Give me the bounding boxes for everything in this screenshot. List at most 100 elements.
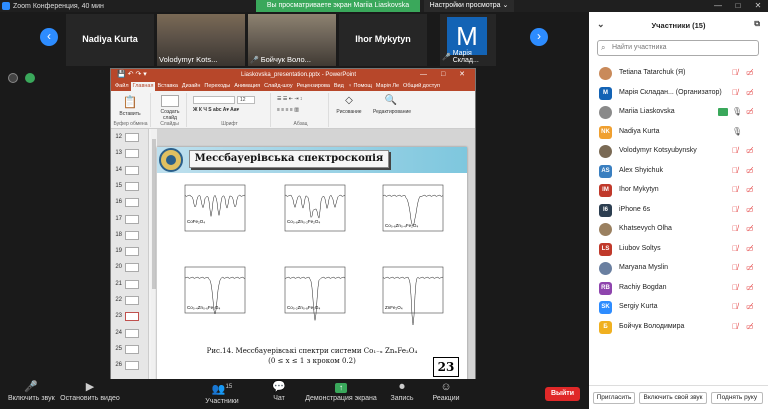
video-tile-volodymyr[interactable]: Volodymyr Kots... (157, 14, 245, 66)
current-slide: Мессбауерівська спектроскопія CoFe₂O₄ Co₀… (157, 147, 467, 380)
avatar: IM (599, 184, 612, 197)
participant-row[interactable]: AS Alex Shyichuk 🎙̸ ▭̸ (589, 162, 768, 182)
slide-thumbnail[interactable]: 23 (111, 310, 149, 324)
slide-thumbnail[interactable]: 21 (111, 278, 149, 292)
participant-row[interactable]: Maryana Myslin 🎙̸ ▭̸ (589, 259, 768, 279)
participants-button[interactable]: 👥15 Участники (202, 381, 242, 405)
raise-hand-button[interactable]: Поднять руку (711, 392, 763, 404)
unmute-button[interactable]: 🎤 Включить звук (8, 381, 55, 402)
participant-row[interactable]: I6 iPhone 6s 🎙̸ ▭̸ (589, 201, 768, 221)
drawing-label: Рисование (336, 109, 362, 115)
participant-row[interactable]: Б Бойчук Володимира 🎙̸ ▭̸ (589, 318, 768, 338)
maximize-button[interactable]: □ (728, 0, 748, 12)
prev-page-button[interactable]: ‹ (40, 28, 58, 46)
slide-thumbnail[interactable]: 15 (111, 180, 149, 194)
participant-row[interactable]: NK Nadiya Kurta 🎙 (589, 123, 768, 143)
close-button[interactable]: ✕ (748, 0, 768, 12)
slide-thumbnail-preview (125, 198, 139, 208)
slide-thumbnail[interactable]: 25 (111, 343, 149, 357)
slides-group: Создать слайд Слайды (153, 93, 187, 127)
camera-off-icon: ▭̸ (746, 107, 754, 116)
popout-icon[interactable]: ⧉ (754, 19, 760, 29)
ppt-tab: Вставка (157, 83, 178, 89)
participant-row[interactable]: M Марія Складан... (Организатор) 🎙̸ ▭̸ (589, 84, 768, 104)
avatar: RB (599, 281, 612, 295)
paste-icon: 📋 (122, 95, 138, 109)
record-icon: ⏺ (399, 381, 405, 393)
avatar: AS (599, 164, 612, 178)
participant-row[interactable]: Volodymyr Kotsyubynsky 🎙̸ ▭̸ (589, 142, 768, 162)
slide-thumbnail[interactable]: 18 (111, 229, 149, 243)
video-tile-nadiya[interactable]: Nadiya Kurta (66, 14, 154, 66)
slide-thumbnail[interactable]: 13 (111, 147, 149, 161)
ppt-tab: Дизайн (181, 83, 201, 89)
participant-row[interactable]: Tetiana Tatarchuk (Я) 🎙̸ ▭̸ (589, 64, 768, 84)
editing-group: 🔍 Редактирование (369, 93, 415, 127)
participant-row[interactable]: RB Rachiy Bogdan 🎙̸ ▭̸ (589, 279, 768, 299)
minimize-button[interactable]: — (708, 0, 728, 12)
participant-name: Nadiya Kurta (619, 127, 660, 135)
mic-muted-icon: 🎙̸ (732, 243, 738, 253)
video-tile-boichuk[interactable]: 🎤 Бойчук Воло... (248, 14, 336, 66)
slide-thumbnail[interactable]: 24 (111, 327, 149, 341)
slide-title: Мессбауерівська спектроскопія (189, 150, 389, 168)
view-options-button[interactable]: Настройки просмотра ⌄ (424, 0, 514, 12)
share-screen-label: Демонстрация экрана (305, 395, 377, 402)
participant-search-input[interactable]: ⌕ Найти участника (597, 40, 759, 56)
invite-button[interactable]: Пригласить (593, 392, 635, 404)
share-screen-button[interactable]: ↑ Демонстрация экрана (305, 381, 377, 402)
ppt-tab: Вид (333, 83, 344, 89)
slide-thumbnail[interactable]: 22 (111, 294, 149, 308)
avatar (599, 223, 612, 236)
leave-meeting-button[interactable]: Выйти (545, 387, 580, 401)
reactions-label: Реакции (432, 395, 460, 402)
participant-row[interactable]: Khatsevych Olha 🎙̸ ▭̸ (589, 220, 768, 240)
stop-video-button[interactable]: ▶ Остановить видео (60, 381, 120, 402)
slide-editor: Мессбауерівська спектроскопія CoFe₂O₄ Co₀… (157, 129, 475, 380)
participant-row[interactable]: IM Ihor Mykytyn 🎙̸ ▭̸ (589, 181, 768, 201)
stop-video-label: Остановить видео (60, 395, 120, 402)
record-button[interactable]: ⏺ Запись (388, 381, 416, 402)
participant-name: Sergiy Kurta (619, 303, 658, 310)
participant-name: Бойчук Володимира (619, 322, 685, 330)
screen-sharing-icon (718, 108, 728, 116)
mic-muted-icon: 🎙̸ (732, 185, 738, 194)
unmute-me-button[interactable]: Включить свой звук (639, 392, 707, 404)
participant-row[interactable]: LS Liubov Soltys 🎙̸ ▭̸ (589, 240, 768, 260)
info-icon[interactable] (8, 73, 18, 83)
slide-thumbnail-preview (125, 312, 139, 322)
slide-thumbnail[interactable]: 16 (111, 196, 149, 210)
mic-muted-icon: 🎙̸ (732, 204, 738, 214)
slide-header-band: Мессбауерівська спектроскопія (157, 147, 467, 173)
camera-off-icon: ▭̸ (746, 165, 754, 175)
security-shield-icon[interactable] (25, 73, 35, 83)
slide-thumbnail[interactable]: 12 (111, 131, 149, 145)
quick-access-icons: 💾 ↶ ↷ ▾ (117, 71, 147, 78)
participant-name: Khatsevych Olha (619, 225, 672, 232)
shared-screen-powerpoint: 💾 ↶ ↷ ▾ Liaskovska_presentation.pptx - P… (110, 68, 476, 381)
ppt-tab: Общий доступ (403, 83, 440, 89)
next-page-button[interactable]: › (530, 28, 548, 46)
slide-thumbnail[interactable]: 26 (111, 359, 149, 373)
zoom-app: Zoom Конференция, 40 мин — □ ✕ Вы просма… (0, 0, 768, 409)
mic-muted-icon: 🎤 (24, 381, 38, 393)
slide-thumbnail[interactable]: 14 (111, 164, 149, 178)
slide-thumbnail[interactable]: 17 (111, 213, 149, 227)
slide-thumbnail[interactable]: 20 (111, 261, 149, 275)
ppt-tab: Марія Ле (375, 83, 400, 89)
camera-off-icon: ▭̸ (746, 204, 754, 214)
avatar (599, 67, 612, 80)
video-tile-ihor[interactable]: Ihor Mykytyn (339, 14, 427, 66)
slide-thumbnail-preview (125, 296, 139, 305)
slide-thumbnail[interactable]: 19 (111, 245, 149, 259)
group-label: Абзац (293, 121, 308, 127)
video-tile-mariia-skladan[interactable]: M 🎤 Марія Склад... (440, 14, 496, 66)
reactions-button[interactable]: ☺ Реакции (430, 381, 462, 402)
chat-button[interactable]: 💬 Чат (267, 381, 291, 402)
camera-off-icon: ▭̸ (746, 185, 754, 194)
slide-thumbnail-number: 22 (115, 297, 122, 303)
participant-row[interactable]: SK Sergiy Kurta 🎙̸ ▭̸ (589, 298, 768, 318)
slide-thumbnail-preview (125, 344, 139, 354)
camera-off-icon: ▭̸ (746, 68, 754, 77)
participant-row[interactable]: Mariia Liaskovska 🎙 ▭̸ (589, 103, 768, 123)
